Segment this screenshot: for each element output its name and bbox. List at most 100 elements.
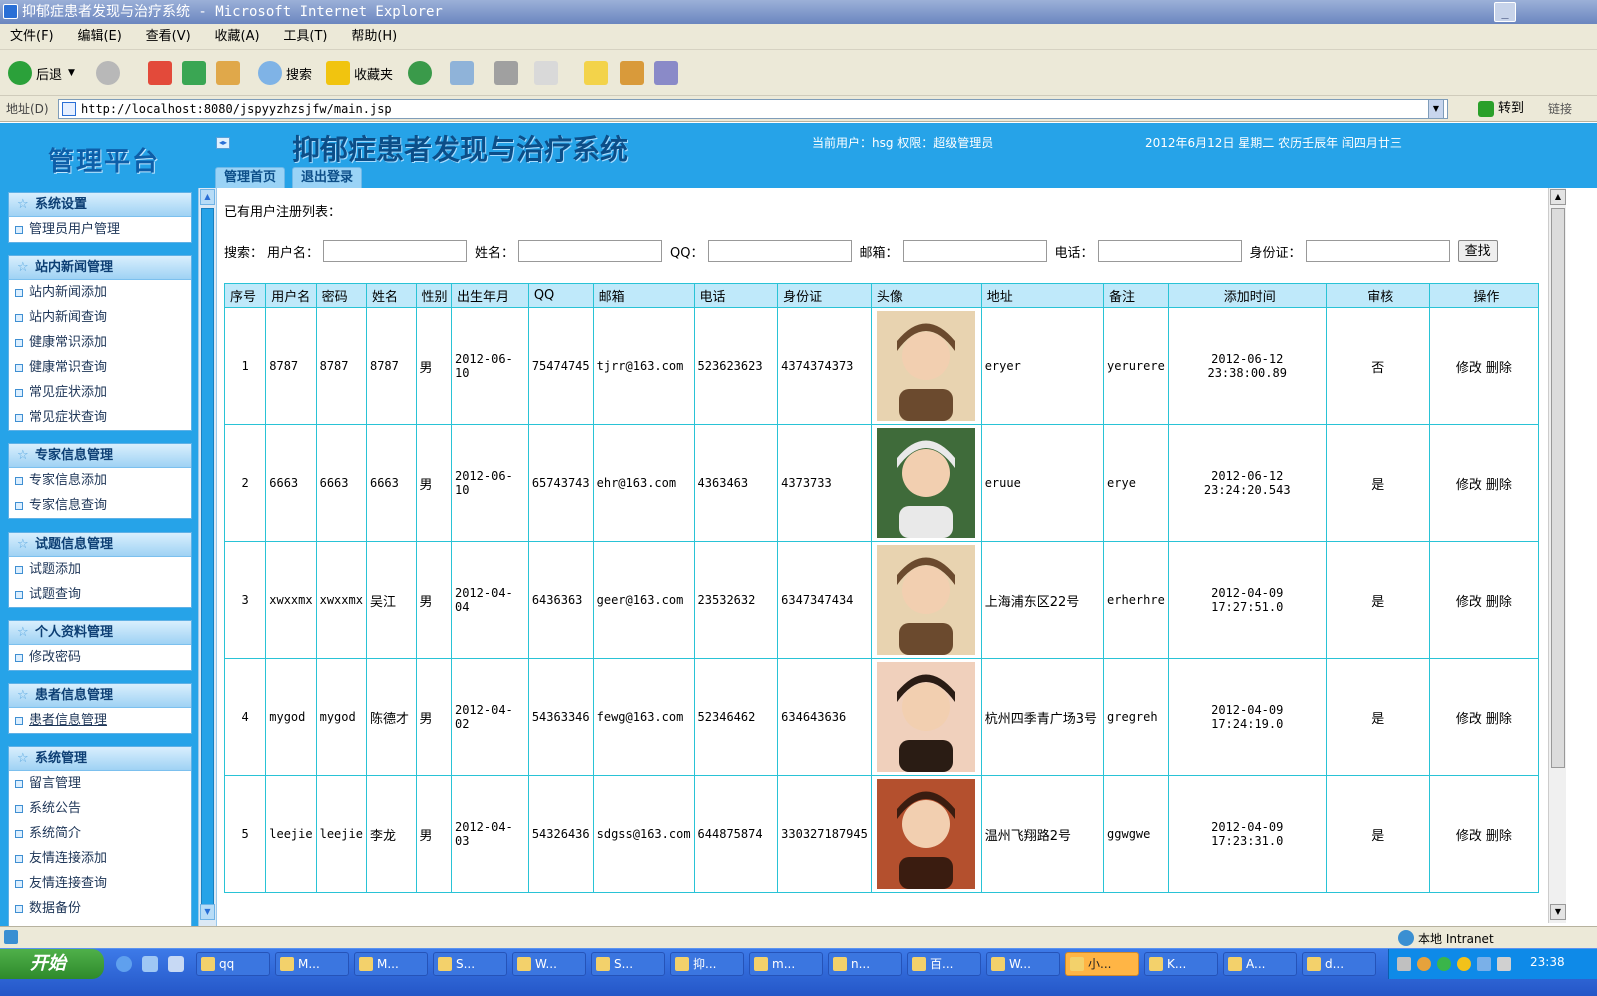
scroll-up-icon[interactable]: ▲ bbox=[1550, 189, 1566, 205]
sidebar-group-title[interactable]: ☆ 患者信息管理 bbox=[9, 684, 191, 708]
links-label[interactable]: 链接 bbox=[1548, 100, 1572, 117]
sidebar-item-news-query[interactable]: 站内新闻查询 bbox=[9, 305, 191, 330]
network-icon[interactable] bbox=[1437, 957, 1451, 971]
edit-link[interactable]: 修改 bbox=[1456, 478, 1482, 493]
taskbar-button[interactable]: 小... bbox=[1065, 952, 1139, 976]
name-search-input[interactable] bbox=[518, 240, 663, 262]
sidebar-item-symptom-add[interactable]: 常见症状添加 bbox=[9, 380, 191, 405]
sidebar-item-announcements[interactable]: 系统公告 bbox=[9, 796, 191, 821]
username-search-input[interactable] bbox=[323, 240, 468, 262]
sidebar-group-title[interactable]: ☆ 系统设置 bbox=[9, 193, 191, 217]
edit-button[interactable] bbox=[534, 58, 562, 88]
home-button[interactable] bbox=[216, 58, 244, 88]
sidebar-item-change-password[interactable]: 修改密码 bbox=[9, 645, 191, 670]
media-quicklaunch-icon[interactable] bbox=[168, 956, 184, 972]
sidebar-item-expert-add[interactable]: 专家信息添加 bbox=[9, 468, 191, 493]
taskbar-button[interactable]: M... bbox=[275, 952, 349, 976]
tab-admin-home[interactable]: 管理首页 bbox=[215, 167, 286, 188]
sidebar-scrollbar[interactable]: ▲ ▼ bbox=[198, 188, 216, 938]
address-dropdown-icon[interactable]: ▼ bbox=[1428, 99, 1444, 119]
back-button[interactable]: 后退 ▼ bbox=[8, 58, 75, 88]
scroll-thumb[interactable] bbox=[201, 208, 214, 908]
menu-view[interactable]: 查看(V) bbox=[136, 24, 201, 50]
menu-help[interactable]: 帮助(H) bbox=[341, 24, 407, 50]
sidebar-item-health-query[interactable]: 健康常识查询 bbox=[9, 355, 191, 380]
taskbar-button[interactable]: M... bbox=[354, 952, 428, 976]
taskbar-button[interactable]: 百... bbox=[907, 952, 981, 976]
sidebar-item-intro[interactable]: 系统简介 bbox=[9, 821, 191, 846]
notes-button[interactable] bbox=[584, 58, 612, 88]
qq-icon[interactable] bbox=[1457, 957, 1471, 971]
sidebar-item-link-add[interactable]: 友情连接添加 bbox=[9, 846, 191, 871]
go-button[interactable]: 转到 bbox=[1478, 99, 1530, 119]
tray-icon[interactable] bbox=[1497, 957, 1511, 971]
qq-search-input[interactable] bbox=[707, 240, 852, 262]
sidebar-item-patient-manage[interactable]: 患者信息管理 bbox=[9, 708, 191, 733]
taskbar-button[interactable]: m... bbox=[749, 952, 823, 976]
delete-link[interactable]: 删除 bbox=[1486, 478, 1512, 493]
edit-link[interactable]: 修改 bbox=[1456, 361, 1482, 376]
delete-link[interactable]: 删除 bbox=[1486, 829, 1512, 844]
sidebar-item-expert-query[interactable]: 专家信息查询 bbox=[9, 493, 191, 518]
sidebar-group-title[interactable]: ☆ 专家信息管理 bbox=[9, 444, 191, 468]
chevron-down-icon[interactable]: ▼ bbox=[68, 68, 75, 78]
taskbar-button[interactable]: 抑... bbox=[670, 952, 744, 976]
idcard-search-input[interactable] bbox=[1305, 240, 1450, 262]
scroll-thumb[interactable] bbox=[1551, 208, 1565, 768]
menu-tools[interactable]: 工具(T) bbox=[273, 24, 337, 50]
scroll-down-icon[interactable]: ▼ bbox=[200, 904, 215, 920]
sidebar-item-question-add[interactable]: 试题添加 bbox=[9, 557, 191, 582]
arrow-icon[interactable] bbox=[1417, 957, 1431, 971]
taskbar-button[interactable]: S... bbox=[433, 952, 507, 976]
sidebar-toggle-icon[interactable]: ◂▸ bbox=[216, 137, 230, 149]
forward-button[interactable] bbox=[96, 58, 124, 88]
edit-link[interactable]: 修改 bbox=[1456, 595, 1482, 610]
print-button[interactable] bbox=[494, 58, 522, 88]
scroll-up-icon[interactable]: ▲ bbox=[200, 189, 215, 205]
delete-link[interactable]: 删除 bbox=[1486, 595, 1512, 610]
tab-logout[interactable]: 退出登录 bbox=[292, 167, 363, 188]
sidebar-group-title[interactable]: ☆ 系统管理 bbox=[9, 747, 191, 771]
taskbar-button[interactable]: n... bbox=[828, 952, 902, 976]
refresh-button[interactable] bbox=[182, 58, 210, 88]
menu-favorites[interactable]: 收藏(A) bbox=[205, 24, 270, 50]
sidebar-item-news-add[interactable]: 站内新闻添加 bbox=[9, 280, 191, 305]
scroll-down-icon[interactable]: ▼ bbox=[1550, 904, 1566, 920]
taskbar-button[interactable]: K... bbox=[1144, 952, 1218, 976]
research-button[interactable] bbox=[620, 58, 648, 88]
address-input[interactable]: http://localhost:8080/jspyyzhzsjfw/main.… bbox=[58, 99, 1448, 119]
mail-button[interactable] bbox=[450, 58, 478, 88]
sidebar-group-title[interactable]: ☆ 个人资料管理 bbox=[9, 621, 191, 645]
sidebar-item-messages[interactable]: 留言管理 bbox=[9, 771, 191, 796]
desktop-quicklaunch-icon[interactable] bbox=[142, 956, 158, 972]
find-button[interactable]: 查找 bbox=[1457, 240, 1498, 262]
taskbar-button[interactable]: A... bbox=[1223, 952, 1297, 976]
sidebar-item-backup[interactable]: 数据备份 bbox=[9, 896, 191, 921]
email-search-input[interactable] bbox=[902, 240, 1047, 262]
sidebar-item-admin-users[interactable]: 管理员用户管理 bbox=[9, 217, 191, 242]
messenger-button[interactable] bbox=[654, 58, 682, 88]
sidebar-group-title[interactable]: ☆ 站内新闻管理 bbox=[9, 256, 191, 280]
volume-icon[interactable] bbox=[1477, 957, 1491, 971]
sidebar-item-health-add[interactable]: 健康常识添加 bbox=[9, 330, 191, 355]
search-button[interactable]: 搜索 bbox=[258, 58, 312, 88]
minimize-button[interactable]: _ bbox=[1494, 2, 1516, 22]
page-scrollbar[interactable]: ▲ ▼ bbox=[1548, 188, 1566, 923]
taskbar-button[interactable]: qq bbox=[196, 952, 270, 976]
delete-link[interactable]: 删除 bbox=[1486, 361, 1512, 376]
stop-button[interactable] bbox=[148, 58, 176, 88]
delete-link[interactable]: 删除 bbox=[1486, 712, 1512, 727]
menu-edit[interactable]: 编辑(E) bbox=[67, 24, 131, 50]
sidebar-item-symptom-query[interactable]: 常见症状查询 bbox=[9, 405, 191, 430]
ie-quicklaunch-icon[interactable] bbox=[116, 956, 132, 972]
sidebar-item-question-query[interactable]: 试题查询 bbox=[9, 582, 191, 607]
menu-file[interactable]: 文件(F) bbox=[0, 24, 64, 50]
taskbar-button[interactable]: d... bbox=[1302, 952, 1376, 976]
history-button[interactable] bbox=[408, 58, 436, 88]
keyboard-icon[interactable] bbox=[1397, 957, 1411, 971]
taskbar-button[interactable]: W... bbox=[512, 952, 586, 976]
taskbar-button[interactable]: W... bbox=[986, 952, 1060, 976]
edit-link[interactable]: 修改 bbox=[1456, 829, 1482, 844]
phone-search-input[interactable] bbox=[1097, 240, 1242, 262]
favorites-button[interactable]: 收藏夹 bbox=[326, 58, 393, 88]
